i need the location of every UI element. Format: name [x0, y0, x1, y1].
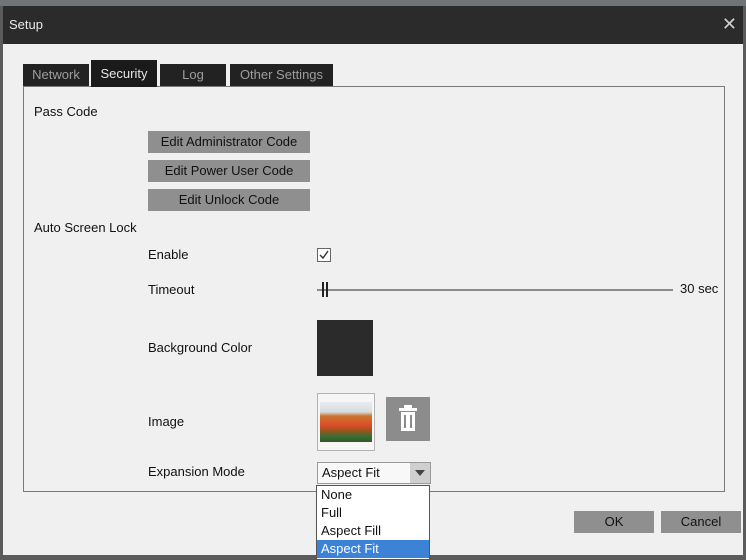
image-label: Image	[148, 414, 185, 429]
ok-button[interactable]: OK	[574, 511, 654, 533]
background-color-label: Background Color	[148, 340, 253, 355]
enable-checkbox[interactable]	[317, 248, 331, 262]
dialog-body: Network Security Log Other Settings Pass…	[3, 44, 743, 555]
timeout-slider-track[interactable]	[317, 289, 673, 291]
tab-security[interactable]: Security	[91, 60, 157, 87]
autumn-foliage-image	[320, 402, 372, 442]
expansion-mode-dropdown: None Full Aspect Fill Aspect Fit	[316, 485, 430, 560]
checkmark-icon	[319, 250, 329, 260]
timeout-slider-thumb[interactable]	[322, 282, 328, 297]
chevron-down-icon	[415, 470, 425, 476]
option-full[interactable]: Full	[317, 504, 429, 522]
trash-icon	[399, 405, 417, 431]
title-bar: Setup ✕	[3, 6, 743, 44]
expansion-mode-select[interactable]: Aspect Fit	[317, 462, 431, 484]
enable-label: Enable	[148, 247, 189, 262]
window-title: Setup	[9, 17, 43, 32]
edit-unlock-code-button[interactable]: Edit Unlock Code	[148, 189, 310, 211]
tab-log[interactable]: Log	[160, 64, 226, 86]
option-none[interactable]: None	[317, 486, 429, 504]
cancel-button[interactable]: Cancel	[661, 511, 741, 533]
edit-power-user-code-button[interactable]: Edit Power User Code	[148, 160, 310, 182]
close-icon[interactable]: ✕	[722, 14, 737, 35]
image-thumbnail[interactable]	[317, 393, 375, 451]
tab-other-settings[interactable]: Other Settings	[230, 64, 333, 86]
delete-image-button[interactable]	[386, 397, 430, 441]
timeout-value: 30 sec	[680, 281, 719, 296]
expansion-mode-label: Expansion Mode	[148, 464, 245, 479]
pass-code-heading: Pass Code	[34, 104, 98, 119]
option-aspect-fit[interactable]: Aspect Fit	[317, 540, 429, 558]
security-panel: Pass Code Edit Administrator Code Edit P…	[23, 86, 725, 492]
background-color-swatch[interactable]	[317, 320, 373, 376]
option-aspect-fill[interactable]: Aspect Fill	[317, 522, 429, 540]
timeout-label: Timeout	[148, 282, 195, 297]
auto-screen-lock-heading: Auto Screen Lock	[34, 220, 137, 235]
edit-administrator-code-button[interactable]: Edit Administrator Code	[148, 131, 310, 153]
expansion-mode-value: Aspect Fit	[322, 465, 380, 480]
dropdown-arrow[interactable]	[410, 463, 430, 483]
tab-network[interactable]: Network	[23, 64, 89, 86]
